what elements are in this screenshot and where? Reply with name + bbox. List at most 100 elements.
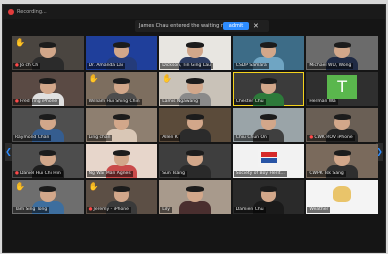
mic-muted-icon: ●	[15, 63, 19, 68]
participant-name: Tam Sing Tong	[15, 207, 48, 212]
participant-name-label: CWPK Tsk Sang	[307, 171, 346, 177]
participant-name-label: Society of Boy Herit...	[233, 171, 287, 177]
logo-stripe	[260, 158, 277, 163]
person-hair	[260, 186, 278, 192]
person-hair	[186, 42, 204, 48]
person-hair	[39, 150, 57, 156]
participant-tile[interactable]: Sun Tsang	[159, 144, 231, 178]
person-hair	[333, 114, 351, 120]
participant-tile[interactable]: Dickson, Tin Ging Lau	[159, 36, 231, 70]
person-hair	[39, 186, 57, 192]
mic-muted-icon: ●	[15, 171, 19, 176]
participant-tile[interactable]: ✋ Lamis Ngawang	[159, 72, 231, 106]
participant-tile[interactable]: Ng Wai Man Agnes	[85, 144, 158, 178]
logo-stripe	[260, 152, 277, 157]
participant-tile[interactable]: ✋ William Hui Shing Chin	[85, 72, 158, 106]
recording-label: Recording...	[17, 9, 47, 15]
participant-name-label: William Hui Shing Chin	[86, 99, 142, 105]
person-hair	[39, 78, 57, 84]
participant-tile[interactable]: Lily	[159, 180, 231, 214]
mic-muted-icon: ●	[15, 99, 19, 104]
participant-name: Society of Boy Herit...	[235, 171, 285, 176]
participant-name: Lamis Ngawang	[162, 99, 198, 104]
participant-tile[interactable]: ✋ ●Jeremy - iPhone	[85, 180, 158, 214]
person-shirt	[179, 201, 211, 214]
participant-tile[interactable]: ●Fred Ting iPhone	[12, 72, 84, 106]
participant-name: Dickson, Tin Ging Lau	[162, 63, 211, 68]
person-hair	[112, 78, 130, 84]
waiting-room-notification: James Chau entered the waiting room admi…	[135, 20, 269, 32]
participant-name: Fred Ting iPhone	[19, 99, 58, 104]
raised-hand-icon: ✋	[15, 182, 25, 191]
participant-name: Jeremy - iPhone	[93, 207, 129, 212]
participant-tile[interactable]: CSDP Samara	[232, 36, 305, 70]
person-hair	[186, 78, 204, 84]
person-hair	[333, 150, 351, 156]
participant-name: Damien Chu	[235, 207, 264, 212]
participant-name: Weather	[309, 207, 329, 212]
raised-hand-icon: ✋	[162, 74, 173, 83]
participant-name-label: Dickson, Tin Ging Lau	[160, 63, 213, 69]
person-shirt	[179, 129, 211, 142]
participant-name-label: Lamis Ngawang	[160, 99, 200, 105]
participant-tile[interactable]: CWPK Tsk Sang	[306, 144, 378, 178]
participant-name-label: Ling chan	[86, 135, 113, 141]
participant-name-label: ●Jeremy - iPhone	[86, 207, 131, 213]
participant-name: William Hui Shing Chin	[88, 99, 140, 104]
zoom-window: Recording... James Chau entered the wait…	[2, 4, 386, 253]
person-hair	[39, 42, 57, 48]
participant-name: CWPK Tsk Sang	[309, 171, 344, 176]
participant-tile[interactable]: Weather	[306, 180, 378, 214]
record-indicator-icon	[8, 9, 14, 15]
participant-name-label: Raymond Chan	[13, 135, 52, 141]
person-hair	[333, 42, 351, 48]
participant-name: Dr. Amanda Lai	[88, 63, 123, 68]
participant-name: Allen K	[162, 135, 178, 140]
participant-tile[interactable]: ●Daniel Hui Chi Hin	[12, 144, 84, 178]
participant-tile[interactable]: ●CWK ROV iPhone	[306, 108, 378, 142]
participant-name-label: Weather	[307, 207, 331, 213]
participant-name: Jo ch Ch	[19, 63, 39, 68]
person-hair	[112, 42, 130, 48]
raised-hand-icon: ✋	[15, 38, 25, 47]
participant-name: Ling chan	[88, 135, 111, 140]
participant-tile[interactable]: Society of Boy Herit...	[232, 144, 305, 178]
mic-muted-icon: ●	[88, 207, 93, 212]
person-hair	[39, 114, 57, 120]
participant-tile[interactable]: Allen K	[159, 108, 231, 142]
participant-name: Chester Chu	[235, 99, 264, 104]
participant-tile[interactable]: Raymond Chan	[12, 108, 84, 142]
avatar: T	[327, 75, 358, 99]
participant-tile[interactable]: Dr. Amanda Lai	[85, 36, 158, 70]
participant-tile[interactable]: Chiu Chun On	[232, 108, 305, 142]
person-hair	[186, 186, 204, 192]
participant-name-label: Ng Wai Man Agnes	[86, 171, 133, 177]
person-hair	[112, 150, 130, 156]
admit-button[interactable]: admit	[223, 22, 249, 30]
participant-name-label: Chiu Chun On	[233, 135, 269, 141]
mic-muted-icon: ●	[309, 135, 314, 140]
participant-name-label: Sun Tsang	[160, 171, 187, 177]
person-hair	[186, 114, 204, 120]
close-notification-icon[interactable]: ✕	[253, 21, 259, 31]
person-hair	[260, 42, 278, 48]
waiting-room-message: James Chau entered the waiting room	[139, 23, 234, 29]
participant-name: Ng Wai Man Agnes	[88, 171, 131, 176]
participant-tile[interactable]: Michael WU, Wong	[306, 36, 378, 70]
title-bar: Recording...	[3, 5, 385, 19]
raised-hand-icon: ✋	[88, 74, 99, 83]
gallery-grid: ✋ ●Jo ch Ch Dr. Amanda Lai Dickson, Tin Gin…	[12, 36, 378, 250]
participant-tile[interactable]: Damien Chu	[232, 180, 305, 214]
participant-tile[interactable]: Chester Chu	[232, 72, 305, 106]
participant-tile[interactable]: ✋ ●Jo ch Ch	[12, 36, 84, 70]
person-hair	[186, 150, 204, 156]
participant-tile[interactable]: T Herman Wa	[306, 72, 378, 106]
prev-page-button[interactable]: ❮	[5, 143, 12, 161]
participant-name: Raymond Chan	[15, 135, 50, 140]
participant-tile[interactable]: ✋ Tam Sing Tong	[12, 180, 84, 214]
participant-tile[interactable]: Ling chan	[85, 108, 158, 142]
participant-name-label: Chester Chu	[233, 99, 266, 105]
turtle-toy-icon	[333, 186, 352, 202]
participant-name: Daniel Hui Chi Hin	[19, 171, 61, 176]
participant-name: Herman Wa	[309, 99, 336, 104]
